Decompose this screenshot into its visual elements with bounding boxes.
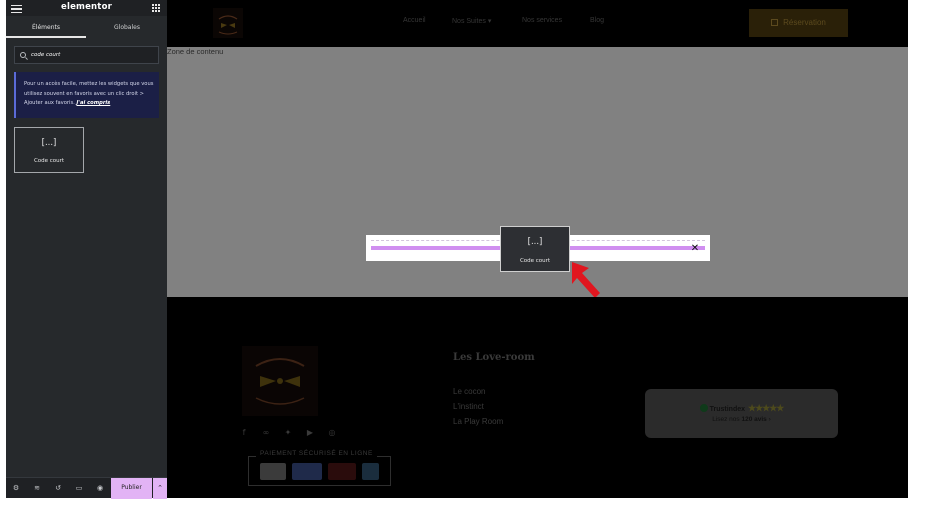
panel-tabs: Éléments Globales: [6, 17, 167, 38]
history-icon[interactable]: ↺: [54, 484, 62, 492]
amex-icon: [362, 463, 379, 480]
rating-stars: ★★★★★: [748, 403, 784, 413]
nav-suites[interactable]: Nos Suites ▾: [452, 17, 491, 25]
content-area-label: Zone de contenu: [167, 47, 224, 56]
search-icon: [20, 52, 26, 58]
footer-link-playroom[interactable]: La Play Room: [453, 417, 503, 426]
reservation-button[interactable]: Réservation: [749, 9, 848, 37]
reservation-label: Réservation: [783, 18, 826, 27]
calendar-icon: [771, 19, 779, 26]
tab-globals[interactable]: Globales: [87, 17, 167, 38]
trustindex-name: Trustindex: [709, 406, 746, 413]
trustindex-widget[interactable]: Trustindex ★★★★★ Lisez nos 120 avis ›: [645, 389, 838, 438]
instagram-icon[interactable]: ◎: [327, 428, 337, 438]
editor-panel: elementor Éléments Globales Pour un accè…: [6, 0, 167, 499]
site-header: Accueil Nos Suites ▾ Nos services Blog R…: [167, 0, 908, 47]
footer-link-instinct[interactable]: L'instinct: [453, 402, 484, 411]
youtube-icon[interactable]: ▶: [305, 428, 315, 438]
responsive-icon[interactable]: ▭: [75, 484, 83, 492]
trustindex-reviews[interactable]: Lisez nos 120 avis ›: [645, 416, 838, 423]
secure-payment-label: PAIEMENT SÉCURISÉ EN LIGNE: [256, 450, 377, 457]
widget-search: [14, 46, 159, 64]
layers-icon[interactable]: ≋: [33, 484, 41, 492]
preview-icon[interactable]: ◉: [96, 484, 104, 492]
twitter-icon[interactable]: ✦: [283, 428, 293, 438]
shortcode-icon: [...]: [41, 138, 57, 148]
checkmark-icon: [699, 404, 708, 412]
reviews-chevron: ›: [766, 416, 771, 423]
nav-suites-label: Nos Suites: [452, 18, 486, 25]
favorites-tip: Pour un accès facile, mettez les widgets…: [14, 72, 159, 118]
footer-heading: Les Love-room: [453, 352, 535, 363]
nav-home[interactable]: Accueil: [403, 17, 426, 24]
footer-logo: [242, 346, 318, 416]
close-icon[interactable]: ✕: [690, 244, 700, 254]
facebook-icon[interactable]: f: [239, 428, 249, 438]
site-logo[interactable]: [210, 5, 246, 41]
nav-blog[interactable]: Blog: [590, 17, 604, 24]
tripadvisor-icon[interactable]: ∞: [261, 428, 271, 438]
nav-services[interactable]: Nos services: [522, 17, 562, 24]
panel-header: elementor: [6, 0, 167, 16]
widgets-grid-icon[interactable]: [152, 4, 160, 12]
tab-elements[interactable]: Éléments: [6, 17, 86, 38]
favorites-tip-dismiss[interactable]: J'ai compris: [76, 100, 110, 106]
dragged-widget[interactable]: [...] Code court: [500, 226, 570, 272]
mastercard-icon: [328, 463, 356, 480]
widget-label: Code court: [33, 158, 65, 164]
reviews-count: 120 avis: [741, 416, 767, 423]
chevron-up-icon[interactable]: ⌃: [153, 478, 167, 499]
visa-icon: [292, 463, 322, 480]
widget-shortcode[interactable]: [...] Code court: [14, 127, 84, 173]
editor-brand: elementor: [60, 2, 112, 12]
shortcode-icon: [...]: [527, 237, 543, 247]
reviews-prefix: Lisez nos: [712, 416, 742, 423]
dragged-widget-label: Code court: [519, 258, 551, 264]
panel-footer: ⚙ ≋ ↺ ▭ ◉ Publier ⌃: [6, 477, 167, 499]
settings-icon[interactable]: ⚙: [12, 484, 20, 492]
caret-down-icon: ▾: [487, 18, 492, 25]
trustindex-brand: Trustindex ★★★★★: [645, 403, 838, 414]
footer-link-cocon[interactable]: Le cocon: [453, 387, 485, 396]
publish-button[interactable]: Publier: [111, 478, 152, 499]
search-input[interactable]: [31, 47, 155, 63]
generic-card-icon: [260, 463, 286, 480]
